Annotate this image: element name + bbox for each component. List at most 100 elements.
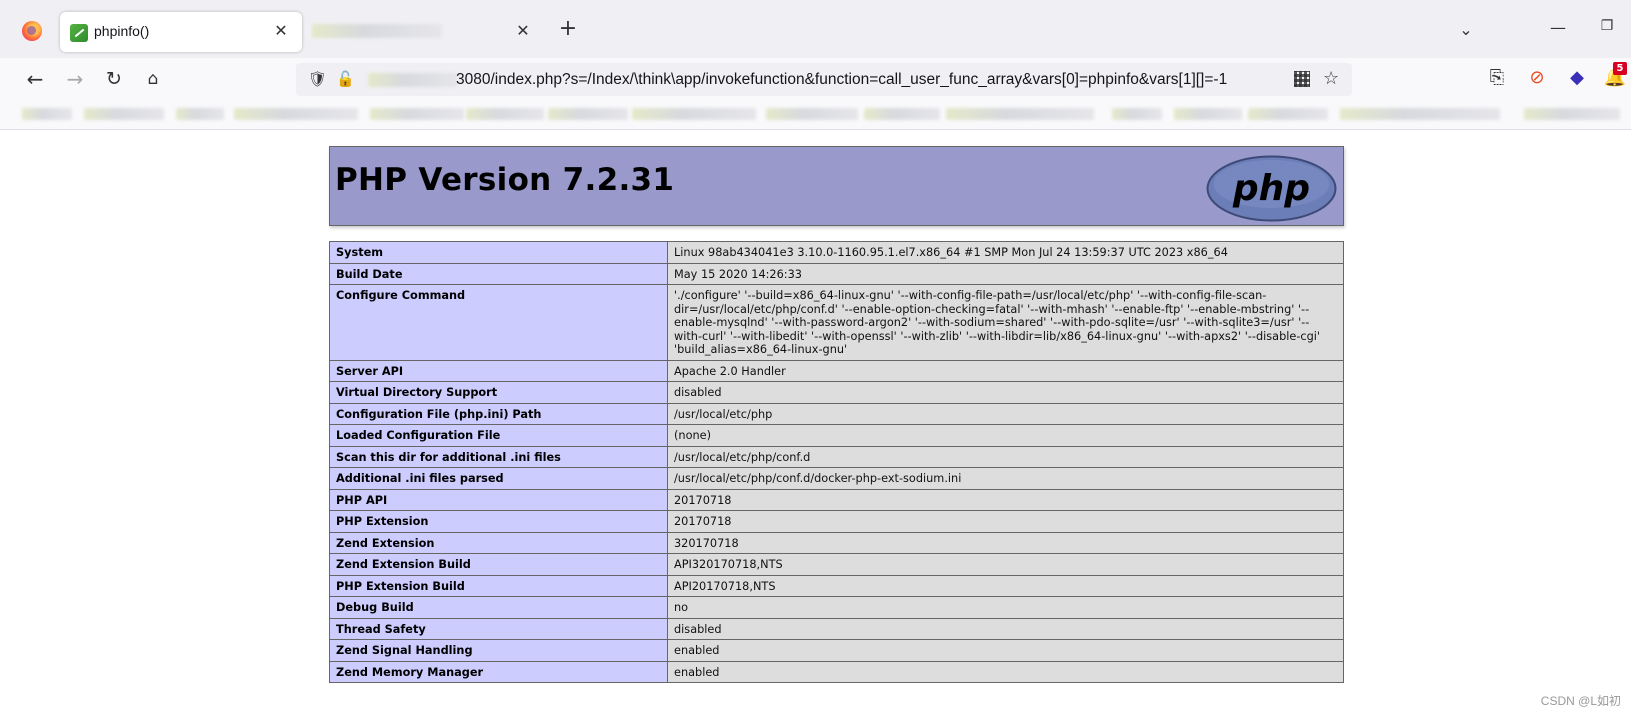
info-key: Thread Safety	[329, 617, 668, 640]
redacted-bookmark[interactable]	[234, 108, 358, 120]
info-value: (none)	[667, 424, 1344, 447]
redacted-bookmark[interactable]	[1248, 108, 1328, 120]
redacted-bookmark[interactable]	[766, 108, 858, 120]
tab-list-chevron-icon[interactable]: ⌄	[1455, 20, 1477, 40]
info-value: './configure' '--build=x86_64-linux-gnu'…	[667, 284, 1344, 361]
tab-phpinfo[interactable]: phpinfo() ✕	[60, 12, 302, 52]
info-value: no	[667, 596, 1344, 619]
page-content: PHP Version 7.2.31 php System Linux 98ab4…	[0, 130, 1631, 717]
php-logo-text: php	[1232, 168, 1310, 209]
redacted-bookmark[interactable]	[1112, 108, 1162, 120]
redacted-tab-title	[312, 24, 442, 38]
url-text[interactable]: 3080/index.php?s=/Index/\think\app/invok…	[456, 71, 1289, 89]
info-key: Build Date	[329, 262, 668, 285]
info-key: Virtual Directory Support	[329, 381, 668, 404]
redacted-bookmark[interactable]	[632, 108, 756, 120]
table-row: Configuration File (php.ini) Path/usr/lo…	[329, 402, 1344, 425]
firefox-logo-icon[interactable]	[22, 21, 42, 41]
block-icon[interactable]: ⊘	[1525, 66, 1549, 90]
url-bar[interactable]: 🛡 🔓 3080/index.php?s=/Index/\think\app/i…	[296, 63, 1352, 96]
info-value: 20170718	[667, 510, 1344, 533]
redacted-bookmark[interactable]	[370, 108, 464, 120]
table-row: Additional .ini files parsed/usr/local/e…	[329, 467, 1344, 490]
table-row: Thread Safety disabled	[329, 617, 1344, 640]
info-key: Additional .ini files parsed	[329, 467, 668, 490]
info-value: enabled	[667, 639, 1344, 662]
redacted-bookmark[interactable]	[1340, 108, 1500, 120]
bookmark-star-icon[interactable]: ☆	[1323, 68, 1339, 89]
info-key: PHP Extension Build	[329, 574, 668, 597]
table-row: Zend Memory Manager enabled	[329, 660, 1344, 683]
php-version-header: PHP Version 7.2.31 php	[329, 146, 1344, 226]
redacted-bookmark[interactable]	[864, 108, 940, 120]
info-key: Server API	[329, 359, 668, 382]
info-value: Linux 98ab434041e3 3.10.0-1160.95.1.el7.…	[667, 241, 1344, 264]
table-row: Scan this dir for additional .ini files /…	[329, 445, 1344, 468]
restore-button[interactable]: ❐	[1596, 18, 1618, 40]
new-tab-button[interactable]: +	[556, 18, 580, 42]
redacted-bookmark[interactable]	[1174, 108, 1242, 120]
redacted-bookmark[interactable]	[22, 108, 72, 120]
minimize-button[interactable]: —	[1547, 18, 1569, 40]
tab-redacted[interactable]: ✕	[306, 12, 544, 52]
close-tab-icon[interactable]: ✕	[512, 20, 534, 42]
navigation-toolbar: ← → ↻ ⌂ 🛡 🔓 3080/index.php?s=/Index/\thi…	[0, 58, 1631, 100]
table-row: Debug Build no	[329, 596, 1344, 619]
table-row: Zend Extension Build API320170718,NTS	[329, 553, 1344, 576]
info-value: disabled	[667, 381, 1344, 404]
info-key: System	[329, 241, 668, 264]
back-button[interactable]: ←	[21, 66, 49, 94]
watermark: CSDN @L如初	[1540, 694, 1621, 708]
info-value: 20170718	[667, 488, 1344, 511]
info-value: /usr/local/etc/php	[667, 402, 1344, 425]
info-key: Debug Build	[329, 596, 668, 619]
info-value: 320170718	[667, 531, 1344, 554]
info-key: Zend Extension Build	[329, 553, 668, 576]
info-key: Configure Command	[329, 284, 668, 361]
home-button[interactable]: ⌂	[139, 66, 167, 94]
redacted-bookmark[interactable]	[466, 108, 544, 120]
bookmarks-toolbar	[0, 100, 1631, 130]
php-info-table: System Linux 98ab434041e3 3.10.0-1160.95.…	[329, 241, 1344, 683]
qr-code-icon[interactable]	[1294, 71, 1310, 87]
info-key: PHP Extension	[329, 510, 668, 533]
info-value: disabled	[667, 617, 1344, 640]
info-key: PHP API	[329, 488, 668, 511]
info-value: API320170718,NTS	[667, 553, 1344, 576]
redacted-bookmark[interactable]	[1524, 108, 1620, 120]
info-value: /usr/local/etc/php/conf.d	[667, 445, 1344, 468]
forward-button[interactable]: →	[61, 66, 89, 94]
extension-icon[interactable]: ◆	[1565, 66, 1589, 90]
tracking-protection-shield-icon[interactable]: 🛡	[308, 70, 327, 88]
reload-button[interactable]: ↻	[100, 66, 128, 94]
share-icon[interactable]: ⎘	[1485, 66, 1509, 90]
info-value: enabled	[667, 660, 1344, 683]
close-tab-icon[interactable]: ✕	[270, 20, 292, 42]
redacted-bookmark[interactable]	[176, 108, 224, 120]
notification-count-badge: 5	[1613, 62, 1627, 75]
info-value: /usr/local/etc/php/conf.d/docker-php-ext…	[667, 467, 1344, 490]
info-key: Zend Extension	[329, 531, 668, 554]
redacted-bookmark[interactable]	[946, 108, 1094, 120]
table-row: Virtual Directory Support disabled	[329, 381, 1344, 404]
redacted-bookmark[interactable]	[548, 108, 628, 120]
insecure-lock-icon[interactable]: 🔓	[336, 70, 355, 88]
info-key: Zend Memory Manager	[329, 660, 668, 683]
info-key: Configuration File (php.ini) Path	[329, 402, 668, 425]
info-value: Apache 2.0 Handler	[667, 359, 1344, 382]
table-row: PHP Extension 20170718	[329, 510, 1344, 533]
site-favicon-icon	[70, 24, 88, 42]
table-row: Zend Signal Handling enabled	[329, 639, 1344, 662]
table-row: Loaded Configuration File (none)	[329, 424, 1344, 447]
table-row: System Linux 98ab434041e3 3.10.0-1160.95.…	[329, 241, 1344, 264]
table-row: Configure Command './configure' '--build=…	[329, 284, 1344, 361]
tab-title: phpinfo()	[94, 23, 150, 39]
info-value: May 15 2020 14:26:33	[667, 262, 1344, 285]
table-row: Server API Apache 2.0 Handler	[329, 359, 1344, 382]
info-value: API20170718,NTS	[667, 574, 1344, 597]
php-logo-icon: php	[1206, 155, 1337, 222]
redacted-bookmark[interactable]	[84, 108, 164, 120]
page-title: PHP Version 7.2.31	[335, 162, 675, 198]
info-key: Scan this dir for additional .ini files	[329, 445, 668, 468]
info-key: Loaded Configuration File	[329, 424, 668, 447]
